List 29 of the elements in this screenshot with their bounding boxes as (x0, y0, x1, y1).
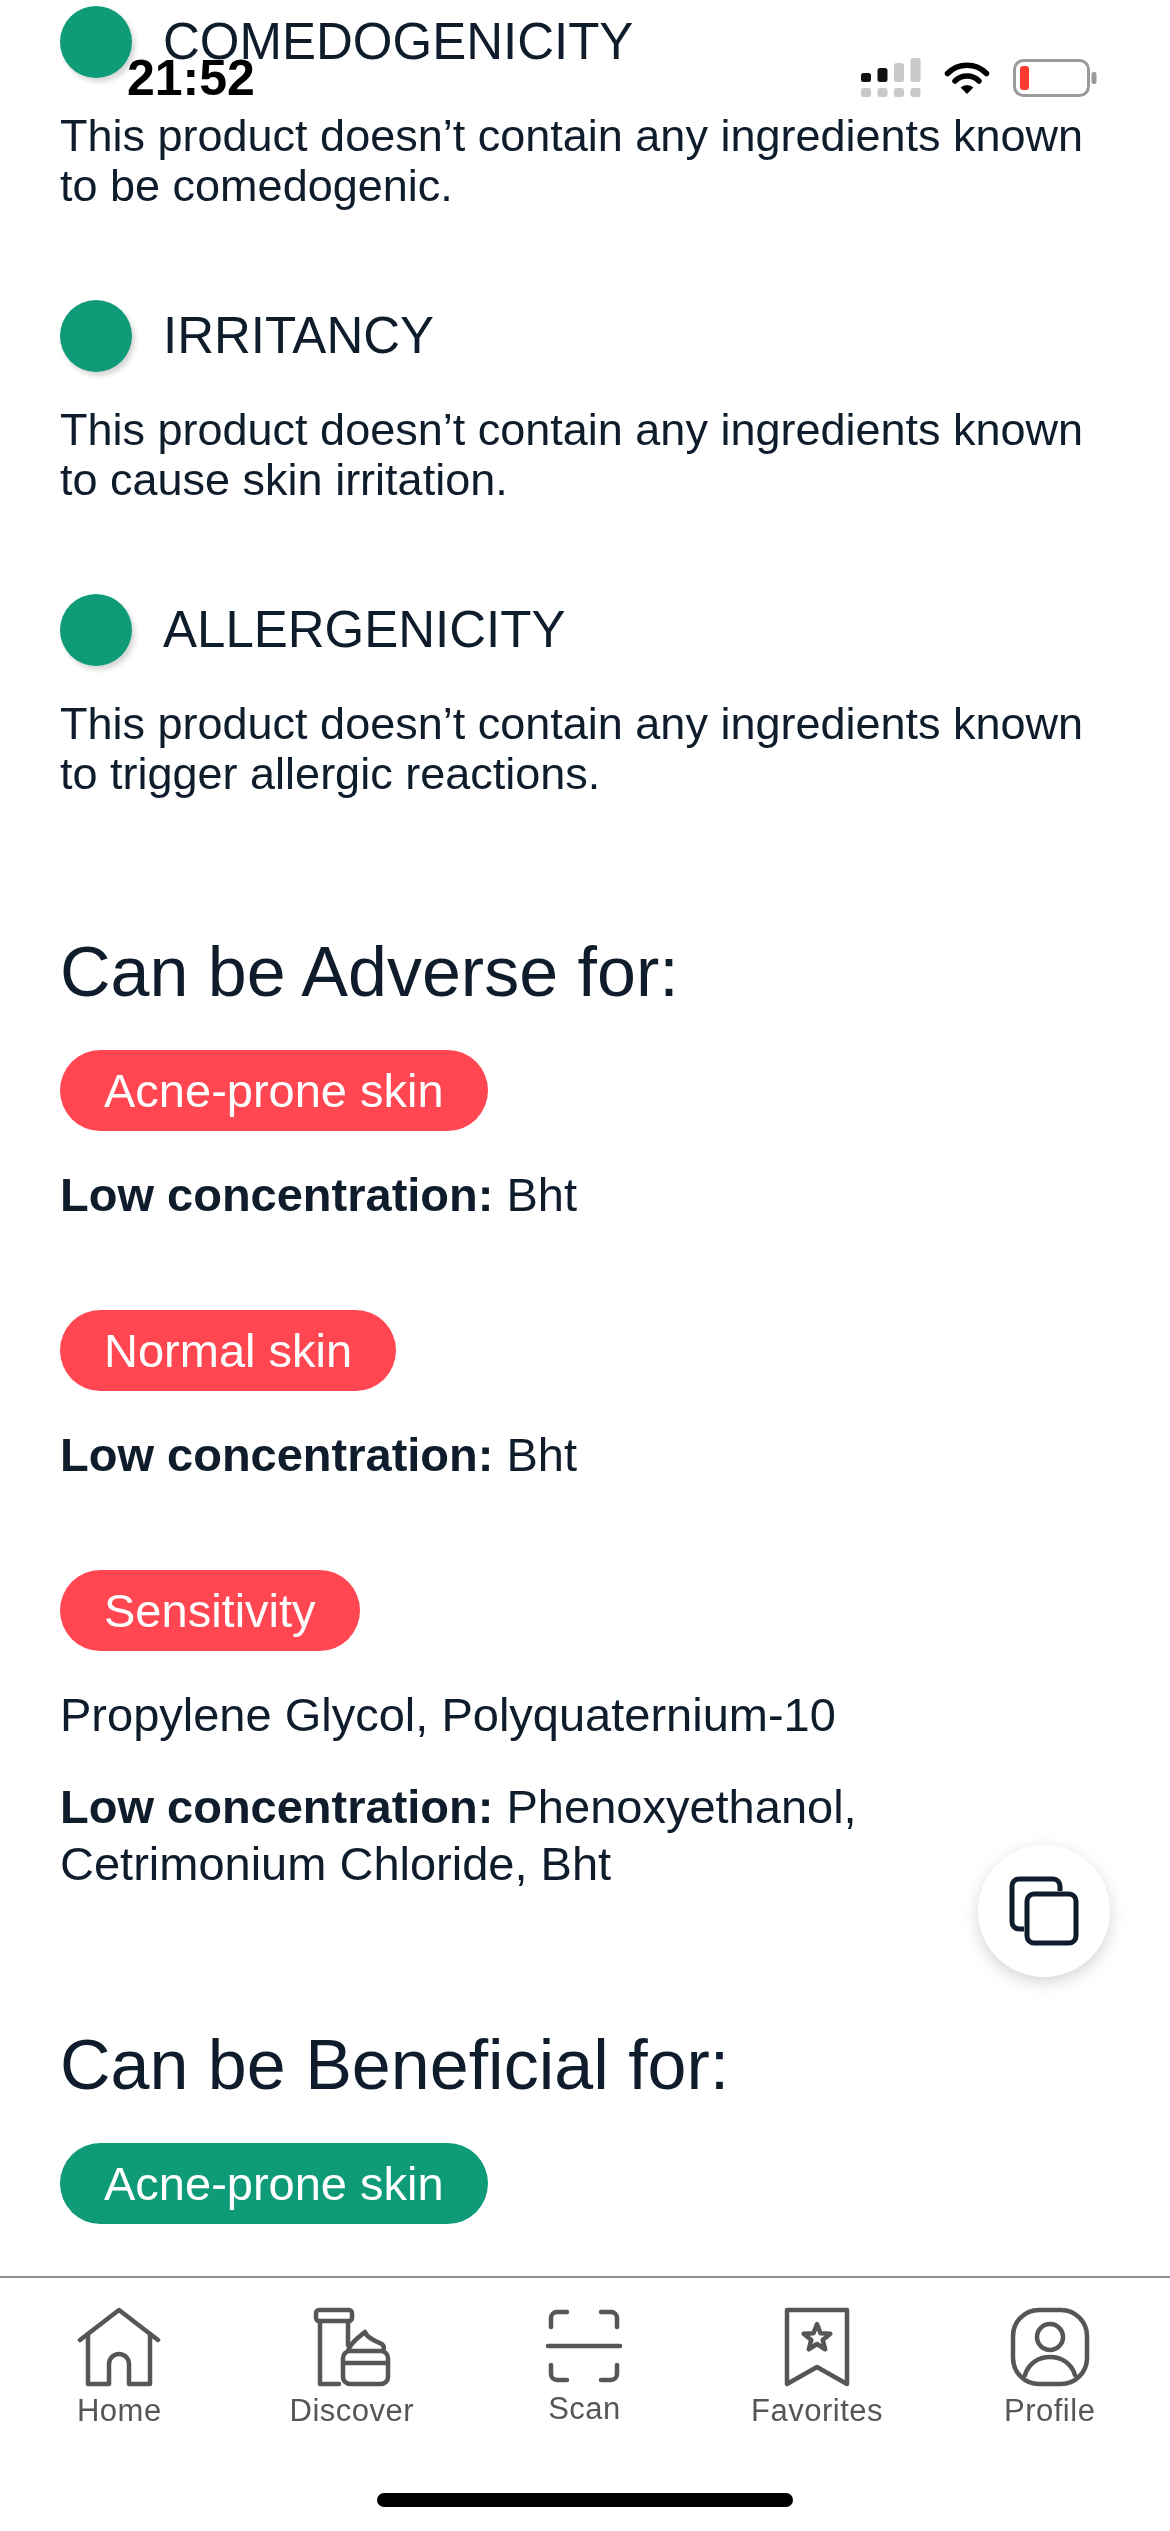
tab-bar-item[interactable]: Home (76, 2307, 162, 2429)
tab-bar-item[interactable]: Favorites (751, 2307, 884, 2429)
check-title: ALLERGENICITY (163, 600, 566, 660)
ingredient-text: Low concentration: Bht (60, 1427, 578, 1483)
home-icon (77, 2307, 162, 2387)
user-icon (1009, 2307, 1090, 2387)
check-title: IRRITANCY (163, 306, 435, 366)
check-description: This product doesn’t contain any ingredients known to be comedogenic. (60, 111, 1085, 211)
check-description: This product doesn’t contain any ingredients known to cause skin irritation. (60, 405, 1085, 505)
section-heading: Can be Beneficial for: (60, 2025, 731, 2105)
ingredient-text: Low concentration: Bht (60, 1167, 578, 1223)
signal-icon (861, 58, 921, 98)
skin-type-tag: Normal skin (60, 1310, 397, 1391)
bookmark-star-icon (783, 2307, 852, 2387)
ingredient-text: Low concentration: Phenoxyethanol, Cetrimonium Chloride, Bht (60, 1779, 858, 1892)
battery-icon (1013, 59, 1097, 97)
tab-bar-item[interactable]: Profile (1004, 2307, 1096, 2429)
section-heading: Can be Adverse for: (60, 932, 680, 1012)
copy-icon (1008, 1875, 1080, 1947)
tab-bar-item[interactable]: Scan (545, 2307, 624, 2429)
ingredient-text: Propylene Glycol, Polyquaternium-10 (60, 1687, 836, 1743)
check-description: This product doesn’t contain any ingredients known to trigger allergic reactions. (60, 699, 1085, 799)
scan-icon (545, 2307, 624, 2385)
skin-type-tag: Sensitivity (60, 1570, 360, 1651)
tube-and-jar-icon (312, 2307, 391, 2387)
skin-type-tag: Acne-prone skin (60, 1050, 488, 1131)
tab-bar-item[interactable]: Discover (289, 2307, 415, 2429)
skin-type-tag: Acne-prone skin (60, 2143, 488, 2224)
wifi-icon (942, 60, 992, 96)
